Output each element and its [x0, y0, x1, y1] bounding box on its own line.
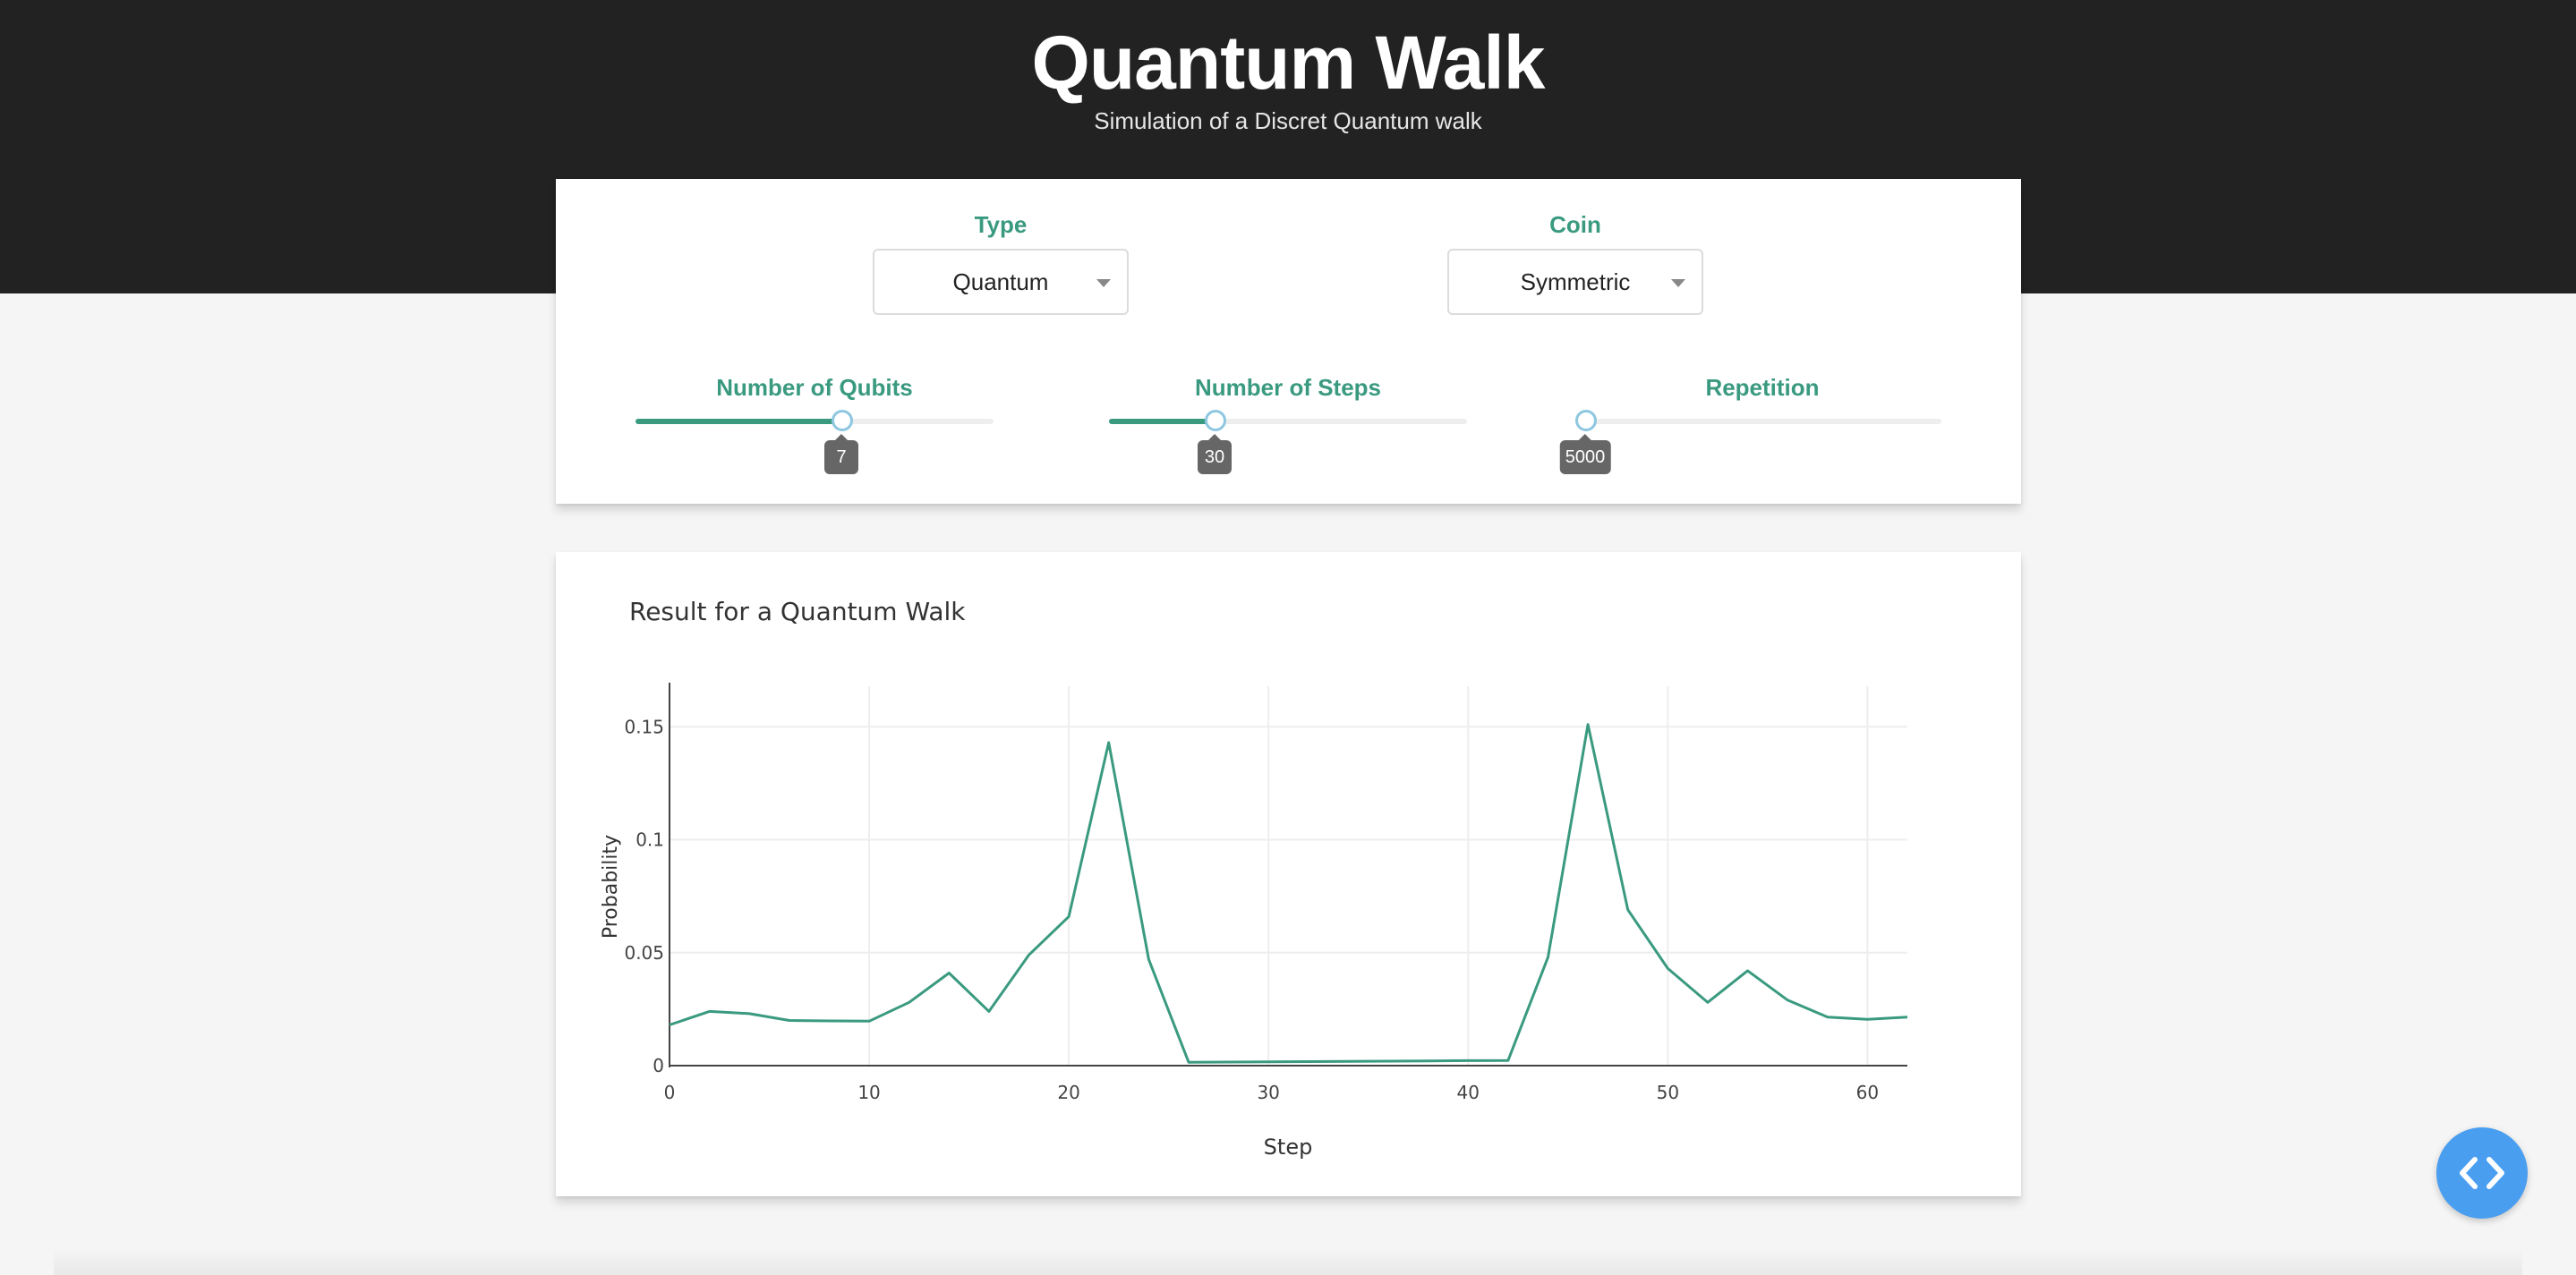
controls-panel: Type Quantum Coin Symmetric Number of Qu… [556, 179, 2021, 504]
code-icon [2460, 1157, 2504, 1189]
repetition-slider-handle[interactable] [1575, 410, 1597, 431]
x-tick-label: 0 [664, 1082, 676, 1103]
bottom-shadow [54, 1248, 2522, 1275]
x-tick-label: 60 [1856, 1082, 1879, 1103]
qubits-value-tooltip: 7 [824, 434, 858, 474]
steps-value-tooltip: 30 [1198, 434, 1232, 474]
app-title: Quantum Walk [1031, 21, 1546, 105]
x-tick-label: 10 [857, 1082, 880, 1103]
qubits-slider-handle[interactable] [832, 410, 853, 431]
coin-label: Coin [1549, 211, 1601, 238]
repetition-slider[interactable]: 5000 [1559, 410, 1941, 474]
type-label: Type [974, 211, 1028, 238]
coin-value: Symmetric [1520, 268, 1631, 295]
code-toggle-button[interactable] [2436, 1127, 2528, 1219]
qubits-slider-fill [635, 419, 841, 424]
coin-dropdown[interactable]: Symmetric [1447, 249, 1703, 315]
y-tick-label: 0.15 [624, 716, 664, 737]
x-axis-label: Step [1264, 1135, 1313, 1160]
y-tick-label: 0.1 [635, 829, 664, 851]
app-subtitle: Simulation of a Discret Quantum walk [1094, 107, 1482, 134]
qubits-label: Number of Qubits [716, 374, 913, 401]
repetition-value-tooltip: 5000 [1559, 434, 1611, 474]
x-tick-label: 50 [1657, 1082, 1679, 1103]
series-line [669, 723, 1908, 1064]
chevron-down-icon [1671, 279, 1685, 287]
type-dropdown[interactable]: Quantum [873, 249, 1129, 315]
steps-slider-handle[interactable] [1205, 410, 1226, 431]
steps-label: Number of Steps [1194, 374, 1382, 401]
y-tick-label: 0.05 [624, 942, 664, 964]
steps-slider-fill [1109, 419, 1215, 424]
steps-slider[interactable]: 30 [1109, 410, 1467, 474]
x-tick-label: 30 [1257, 1082, 1279, 1103]
x-tick-label: 20 [1057, 1082, 1079, 1103]
repetition-label: Repetition [1705, 374, 1820, 401]
y-tick-label: 0 [653, 1055, 664, 1076]
type-value: Quantum [952, 268, 1049, 295]
chevron-down-icon [1096, 279, 1111, 287]
chart-svg[interactable]: 0 10 20 30 40 50 60 0 0.05 0.1 0.15 Step Probabili… [556, 552, 2021, 1196]
x-tick-label: 40 [1457, 1082, 1480, 1103]
chart-panel: Result for a Quantum Walk 0 10 20 30 40 50 60 0… [556, 552, 2021, 1196]
y-axis-label: Probability [600, 835, 622, 939]
qubits-slider[interactable]: 7 [635, 410, 994, 474]
